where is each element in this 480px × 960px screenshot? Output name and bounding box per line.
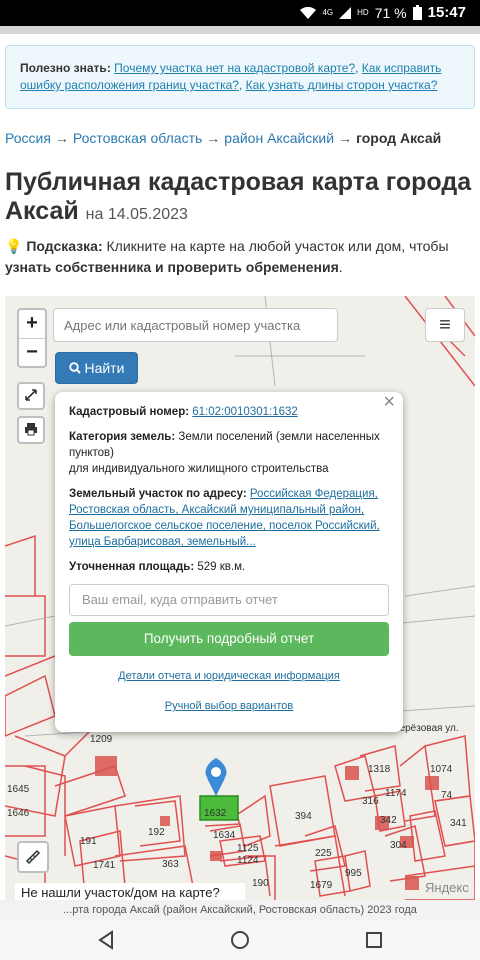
map-label: 1634 (213, 830, 236, 841)
breadcrumb-separator: → (54, 130, 69, 146)
breadcrumb-separator: → (338, 130, 353, 146)
find-button[interactable]: Найти (55, 352, 138, 384)
breadcrumb-separator: → (206, 130, 221, 146)
zoom-out-button[interactable]: − (19, 338, 45, 366)
map-label: 190 (252, 878, 269, 889)
tip-bold: узнать собственника и проверить обремене… (5, 259, 339, 275)
tip-end: . (338, 259, 343, 275)
browser-toolbar-edge (0, 26, 480, 34)
map-label: 191 (80, 836, 97, 847)
map-label: 363 (162, 859, 179, 870)
breadcrumb-rostov[interactable]: Ростовская область (73, 130, 202, 146)
land-category-row: Категория земель: Земли поселений (земли… (69, 429, 389, 477)
signal-icon (339, 6, 352, 19)
map-label: 1632 (204, 808, 227, 819)
zoom-control: + − (17, 308, 47, 368)
map-label: 1645 (7, 784, 30, 795)
expand-icon (25, 389, 37, 401)
ruler-button[interactable] (17, 841, 49, 873)
map-label: 1125 (237, 843, 259, 854)
area-row: Уточненная площадь: 529 кв.м. (69, 559, 389, 575)
map-label: 342 (380, 815, 397, 826)
land-category-label: Категория земель: (69, 431, 176, 443)
yandex-logo: Яндекс (425, 880, 469, 895)
map-label: 394 (295, 811, 312, 822)
map-label: 1741 (93, 860, 116, 871)
tip-text: 💡 Подсказка: Кликните на карте на любой … (5, 236, 475, 278)
recent-apps-icon[interactable] (362, 928, 386, 952)
map-label: 192 (148, 827, 165, 838)
get-report-button[interactable]: Получить подробный отчет (69, 622, 389, 656)
email-field[interactable]: Ваш email, куда отправить отчет (69, 584, 389, 616)
battery-percent: 71 % (374, 4, 407, 21)
status-bar: 4G HD 71 % 15:47 (0, 0, 480, 26)
page-title-date: на 14.05.2023 (85, 206, 188, 223)
report-details-link-row: Детали отчета и юридическая информация (69, 668, 389, 684)
map-label: 1124 (237, 855, 259, 866)
zoom-in-button[interactable]: + (19, 310, 45, 338)
cadastral-number-row: Кадастровый номер: 61:02:0010301:1632 (69, 404, 389, 420)
search-icon (68, 362, 81, 374)
wifi-icon (300, 6, 317, 19)
tip-body: Кликните на карте на любой участок или д… (106, 238, 449, 254)
status-icons: 4G HD 71 % 15:47 (300, 4, 466, 21)
battery-icon (412, 5, 422, 20)
page-title-text: Публичная кадастровая карта города Аксай (5, 168, 472, 225)
map-label: 225 (315, 848, 332, 859)
map-label: 1174 (385, 788, 407, 799)
map-label: 1209 (90, 734, 113, 745)
home-icon[interactable] (228, 928, 252, 952)
land-use-value: для индивидуального жилищного строительс… (69, 463, 329, 475)
useful-info-box: Полезно знать: Почему участка нет на кад… (5, 45, 475, 109)
hint-link-not-on-map[interactable]: Почему участка нет на кадастровой карте? (114, 61, 355, 75)
map-label: 1679 (310, 880, 333, 891)
breadcrumb: Россия → Ростовская область → район Аксайски… (5, 130, 441, 146)
hd-indicator: HD (357, 8, 369, 17)
android-nav-bar (0, 920, 480, 960)
map-label: 1646 (7, 808, 30, 819)
fullscreen-button[interactable] (17, 382, 45, 410)
back-icon[interactable] (94, 928, 118, 952)
find-button-label: Найти (84, 360, 125, 376)
search-input[interactable] (53, 308, 338, 342)
ruler-icon (25, 849, 41, 865)
page-title: Публичная кадастровая карта города Аксай… (5, 168, 475, 229)
area-value: 529 кв.м. (197, 561, 246, 573)
address-row: Земельный участок по адресу: Российская … (69, 486, 389, 550)
breadcrumb-russia[interactable]: Россия (5, 130, 51, 146)
map-label: 1318 (368, 764, 391, 775)
cadastral-map[interactable]: 1209 191 192 1741 363 1634 1632 1125 112… (5, 296, 475, 900)
hint-link-side-lengths[interactable]: Как узнать длины сторон участка? (246, 78, 438, 92)
tip-label: Подсказка: (26, 238, 103, 254)
network-type: 4G (322, 8, 334, 17)
hamburger-menu-icon[interactable]: ≡ (425, 308, 465, 342)
breadcrumb-aksay-district[interactable]: район Аксайский (224, 130, 334, 146)
map-label: 74 (441, 790, 453, 801)
cadastral-number-label: Кадастровый номер: (69, 406, 190, 418)
map-label: 995 (345, 868, 362, 879)
close-icon[interactable]: × (383, 392, 395, 412)
map-label: 304 (390, 840, 407, 851)
cadastral-number-link[interactable]: 61:02:0010301:1632 (192, 406, 298, 418)
map-label: 1074 (430, 764, 453, 775)
manual-selection-link-row: Ручной выбор вариантов (69, 698, 389, 714)
clock: 15:47 (427, 4, 466, 21)
hint-label: Полезно знать: (20, 61, 111, 75)
print-icon (25, 423, 37, 436)
manual-selection-link[interactable]: Ручной выбор вариантов (165, 700, 293, 712)
area-label: Уточненная площадь: (69, 561, 195, 573)
lightbulb-icon: 💡 (5, 238, 23, 254)
map-label: 341 (450, 818, 467, 829)
location-pin-icon[interactable] (205, 758, 227, 796)
print-button[interactable] (17, 416, 45, 444)
parcel-info-popup: × Кадастровый номер: 61:02:0010301:1632 … (55, 392, 403, 732)
address-label: Земельный участок по адресу: (69, 488, 247, 500)
map-label: 316 (362, 796, 379, 807)
tab-title-bar: ...рта города Аксай (район Аксайский, Ро… (0, 900, 480, 920)
report-details-link[interactable]: Детали отчета и юридическая информация (118, 670, 340, 682)
breadcrumb-current: город Аксай (356, 130, 442, 146)
